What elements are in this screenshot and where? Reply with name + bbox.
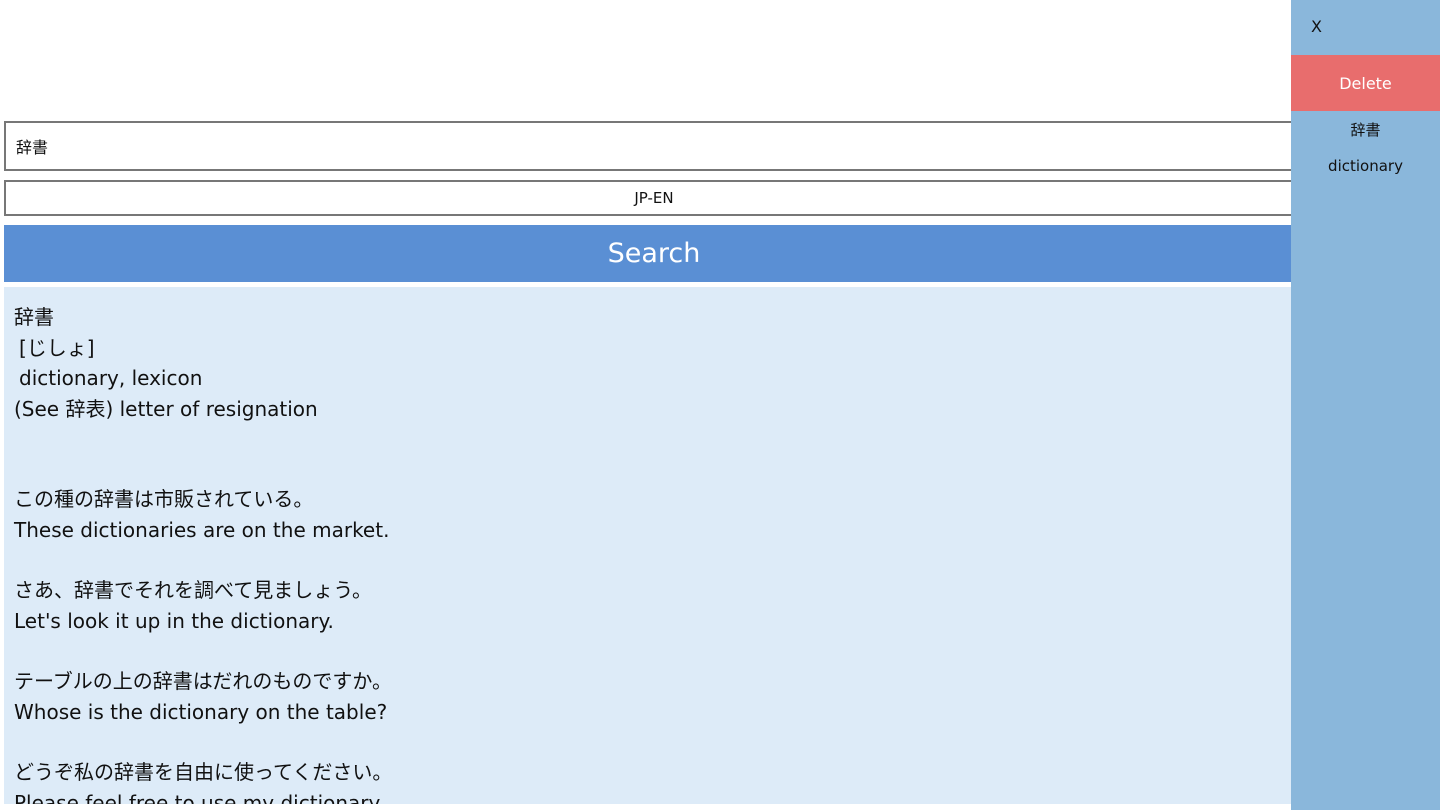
example-japanese: この種の辞書は市販されている。: [14, 487, 314, 511]
history-panel: X Delete 辞書 dictionary: [1291, 0, 1440, 810]
history-item[interactable]: 辞書: [1291, 119, 1440, 140]
close-button[interactable]: X: [1291, 0, 1440, 52]
language-selector-value: JP-EN: [634, 189, 674, 207]
example-english: Please feel free to use my dictionary.: [14, 790, 384, 805]
result-meaning: dictionary, lexicon: [19, 366, 203, 390]
result-headword: 辞書: [14, 305, 54, 329]
example-english: These dictionaries are on the market.: [14, 517, 390, 542]
delete-button[interactable]: Delete: [1291, 55, 1440, 111]
delete-button-label: Delete: [1339, 73, 1392, 93]
example-english: Let's look it up in the dictionary.: [14, 608, 334, 633]
example-japanese: どうぞ私の辞書を自由に使ってください。: [14, 760, 393, 784]
search-button-label: Search: [607, 238, 701, 269]
search-button[interactable]: Search: [4, 225, 1304, 282]
result-meaning: (See 辞表) letter of resignation: [14, 396, 318, 421]
result-reading: [じしょ]: [19, 335, 95, 360]
history-item[interactable]: dictionary: [1291, 157, 1440, 175]
language-selector[interactable]: JP-EN: [4, 180, 1304, 216]
close-icon: X: [1311, 16, 1322, 36]
results-panel: 辞書 [じしょ] dictionary, lexicon (See 辞表) le…: [4, 287, 1304, 804]
example-english: Whose is the dictionary on the table?: [14, 699, 388, 724]
dictionary-app: JP-EN Search 辞書 [じしょ] dictionary, lexico…: [0, 0, 1440, 810]
search-input[interactable]: [4, 121, 1304, 171]
example-japanese: テーブルの上の辞書はだれのものですか。: [14, 669, 392, 693]
example-japanese: さあ、辞書でそれを調べて見ましょう。: [14, 578, 372, 602]
